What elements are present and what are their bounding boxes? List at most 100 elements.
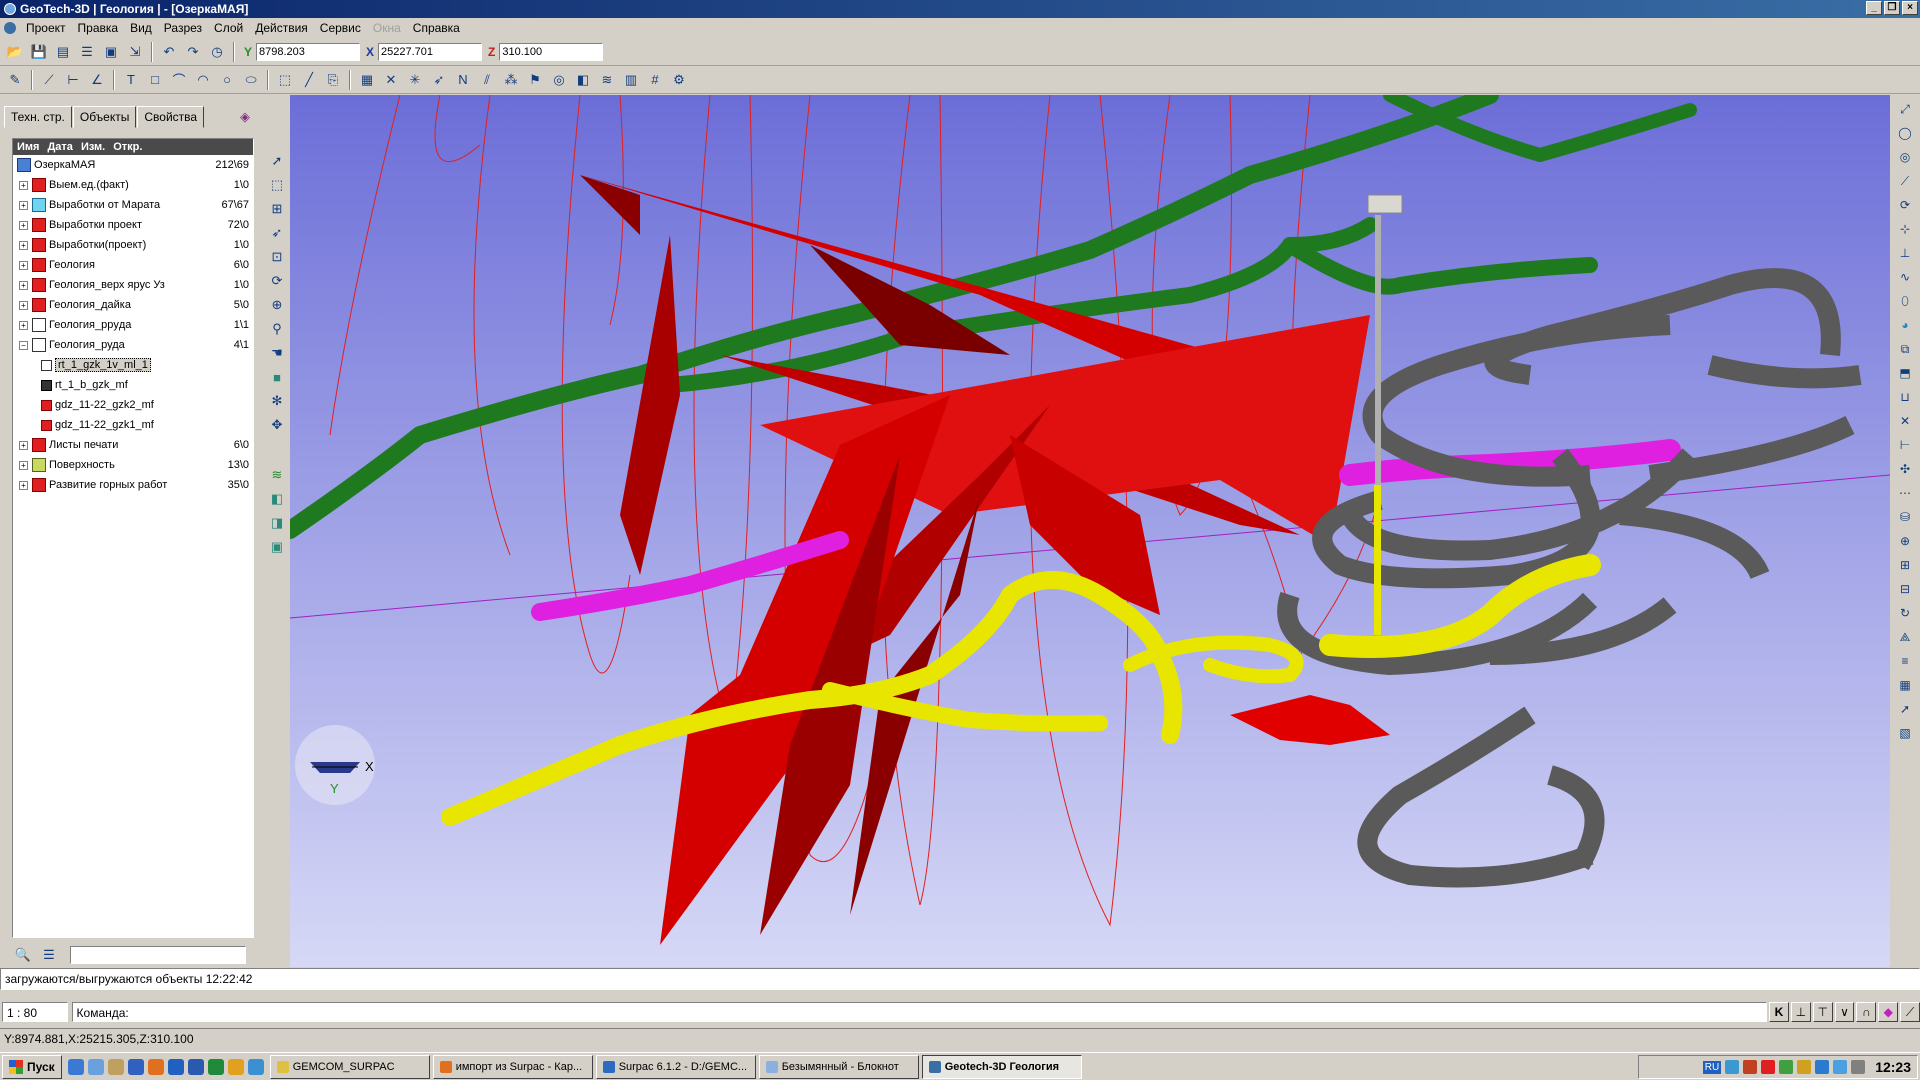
hash-icon[interactable]: # [644, 69, 666, 91]
expand-icon[interactable]: + [19, 180, 28, 190]
scale-field[interactable]: 1 : 80 [2, 1002, 68, 1022]
list-icon[interactable]: ☰ [76, 41, 98, 63]
expand-icon[interactable]: + [19, 240, 28, 250]
clone-icon[interactable]: ⬒ [1894, 362, 1916, 384]
close-button[interactable]: × [1902, 1, 1918, 15]
view-sphere-icon[interactable]: ◯ [1894, 122, 1916, 144]
expand-icon[interactable]: + [19, 480, 28, 490]
snap-perp-icon[interactable]: ⊥ [1790, 1002, 1811, 1022]
command-line[interactable]: Команда: [71, 1002, 1768, 1022]
triangulate-icon[interactable]: ⟁ [1894, 626, 1916, 648]
panel-search-input[interactable] [70, 946, 246, 964]
select-frame-icon[interactable]: ⬚ [266, 174, 288, 196]
rotate-icon[interactable]: ⟳ [266, 270, 288, 292]
vertex-add-icon[interactable]: ⊕ [1894, 530, 1916, 552]
hand-icon[interactable]: ☚ [266, 342, 288, 364]
snap-k-icon[interactable]: K [1769, 1002, 1789, 1022]
grid-view-icon[interactable]: ▦ [1894, 674, 1916, 696]
snap-point-icon[interactable]: ✣ [1894, 458, 1916, 480]
language-indicator[interactable]: RU [1702, 1060, 1722, 1074]
curve-icon[interactable]: ⌒ [168, 69, 190, 91]
settings-icon[interactable]: ⚙ [668, 69, 690, 91]
expand-icon[interactable]: + [19, 260, 28, 270]
layer-stack-icon[interactable]: ≋ [596, 69, 618, 91]
select-box-icon[interactable]: ⬚ [274, 69, 296, 91]
tree-child-item[interactable]: rt_1_b_gzk_mf [13, 375, 253, 395]
export-icon[interactable]: ⇲ [124, 41, 146, 63]
hatch-icon[interactable]: ⫽ [476, 69, 498, 91]
word-icon[interactable] [187, 1058, 204, 1075]
desktop-icon[interactable] [87, 1058, 104, 1075]
measure-icon[interactable]: ⟋ [1894, 170, 1916, 192]
cursor-icon[interactable]: ➚ [1894, 698, 1916, 720]
app-blue-icon[interactable] [167, 1058, 184, 1075]
x-cross-icon[interactable]: ✕ [1894, 410, 1916, 432]
snap-line-icon[interactable]: ⟋ [1900, 1002, 1920, 1022]
cube-icon[interactable]: ▣ [100, 41, 122, 63]
tree-item[interactable]: + Геология 6\0 [13, 255, 253, 275]
expand-icon[interactable]: + [19, 440, 28, 450]
dimension-icon[interactable]: ⊢ [62, 69, 84, 91]
box-front-icon[interactable]: ◨ [266, 512, 288, 534]
clock[interactable]: 12:23 [1875, 1059, 1911, 1075]
expand-icon[interactable]: + [19, 220, 28, 230]
menu-section[interactable]: Разрез [158, 21, 208, 35]
pencil-icon[interactable]: ✎ [4, 69, 26, 91]
snap-icon[interactable]: ✳ [404, 69, 426, 91]
curve-tool-icon[interactable]: ∿ [1894, 266, 1916, 288]
circle-icon[interactable]: ○ [216, 69, 238, 91]
tree-item[interactable]: + Выработки от Марата 67\67 [13, 195, 253, 215]
ie-icon[interactable] [67, 1058, 84, 1075]
globe-icon[interactable]: ◕ [1894, 314, 1916, 336]
tree-child-item[interactable]: rt_1_gzk_1v_ml_1 [13, 355, 253, 375]
tree-item[interactable]: + Геология_верх ярус Уз 1\0 [13, 275, 253, 295]
tree-item[interactable]: + Развитие горных работ 35\0 [13, 475, 253, 495]
task-surpac[interactable]: Surpac 6.1.2 - D:/GEMC... [595, 1054, 756, 1079]
save-icon[interactable]: 💾 [28, 41, 50, 63]
expand-icon[interactable]: + [19, 320, 28, 330]
box-view-icon[interactable]: ◧ [266, 488, 288, 510]
loop-icon[interactable]: ↻ [1894, 602, 1916, 624]
layers-stack-icon[interactable]: ≋ [266, 464, 288, 486]
x-coord-input[interactable] [378, 42, 483, 61]
view-top-icon[interactable]: ⤢ [1894, 98, 1916, 120]
sequence-icon[interactable]: ⋯ [1894, 482, 1916, 504]
y-coord-input[interactable] [256, 42, 361, 61]
picture-icon[interactable]: ▧ [1894, 722, 1916, 744]
pointer-icon[interactable]: ➶ [428, 69, 450, 91]
light-icon[interactable]: ✻ [266, 390, 288, 412]
tray-icon[interactable] [1779, 1060, 1794, 1074]
snap-vertex-icon[interactable]: ◆ [1878, 1002, 1899, 1022]
firefox-icon[interactable] [147, 1058, 164, 1075]
polyline-icon[interactable]: ⟋ [38, 69, 60, 91]
tree-child-item[interactable]: gdz_11-22_gzk2_mf [13, 395, 253, 415]
snap-arc-icon[interactable]: ∩ [1856, 1002, 1877, 1022]
tab-properties[interactable]: Свойства [137, 106, 205, 128]
snap-tangent-icon[interactable]: ⊤ [1812, 1002, 1833, 1022]
menu-edit[interactable]: Правка [72, 21, 125, 35]
tree-item[interactable]: + Выработки проект 72\0 [13, 215, 253, 235]
panel-pin-icon[interactable]: ◈ [234, 106, 256, 128]
profile-icon[interactable]: ⊥ [1894, 242, 1916, 264]
tree-item[interactable]: + Геология_ррyда 1\1 [13, 315, 253, 335]
split-icon[interactable]: ⊢ [1894, 434, 1916, 456]
wrap-icon[interactable]: ⧉ [1894, 338, 1916, 360]
menu-service[interactable]: Сервис [314, 21, 367, 35]
menu-view[interactable]: Вид [124, 21, 158, 35]
tree-item[interactable]: + Выем.ед.(факт) 1\0 [13, 175, 253, 195]
paste-icon[interactable]: ⎘ [322, 69, 344, 91]
z-coord-input[interactable] [499, 42, 604, 61]
restore-button[interactable]: ❐ [1884, 1, 1900, 15]
3d-viewport[interactable]: X Y [290, 95, 1890, 967]
arrow-select-icon[interactable]: ➚ [266, 150, 288, 172]
col-open[interactable]: Откр. [109, 141, 146, 153]
tree-child-item[interactable]: gdz_11-22_gzk1_mf [13, 415, 253, 435]
table-icon[interactable]: ▥ [620, 69, 642, 91]
expand-icon[interactable]: + [19, 460, 28, 470]
expand-icon[interactable]: + [19, 200, 28, 210]
rectangle-icon[interactable]: □ [144, 69, 166, 91]
grid-icon[interactable]: ▦ [356, 69, 378, 91]
col-modified[interactable]: Изм. [77, 141, 109, 153]
tray-icon[interactable] [1761, 1060, 1776, 1074]
tab-objects[interactable]: Объекты [72, 106, 137, 128]
